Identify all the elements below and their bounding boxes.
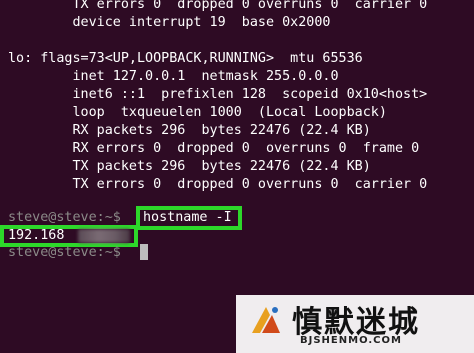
output-line-inet: inet 127.0.0.1 netmask 255.0.0.0 [8,69,339,84]
watermark-banner: 慎默迷城 BJSHENMO.COM [236,295,474,353]
watermark-subtitle: BJSHENMO.COM [300,335,402,346]
output-line-loop: loop txqueuelen 1000 (Local Loopback) [8,105,387,120]
output-line-rx-errors: RX errors 0 dropped 0 overruns 0 frame 0 [8,141,420,156]
command-text: hostname -I [143,210,232,225]
terminal-cursor[interactable] [140,244,148,260]
output-line-inet6: inet6 ::1 prefixlen 128 scopeid 0x10<hos… [8,87,428,102]
watermark-logo-icon [252,307,280,333]
output-line-tx-packets: TX packets 296 bytes 22476 (22.4 KB) [8,159,371,174]
output-line-tx-errors-eth: TX errors 0 dropped 0 overruns 0 carrier… [8,0,428,12]
ip-address-output: 192.168 [8,228,65,243]
output-line-lo-flags: lo: flags=73<UP,LOOPBACK,RUNNING> mtu 65… [8,51,363,66]
ip-redacted-blur [78,229,130,243]
shell-prompt-current: steve@steve:~$ [8,245,129,260]
terminal-window[interactable]: TX errors 0 dropped 0 overruns 0 carrier… [0,0,474,353]
output-line-rx-packets: RX packets 296 bytes 22476 (22.4 KB) [8,123,371,138]
output-line-device-interrupt: device interrupt 19 base 0x2000 [8,15,331,30]
output-line-tx-errors-lo: TX errors 0 dropped 0 overruns 0 carrier… [8,177,428,192]
